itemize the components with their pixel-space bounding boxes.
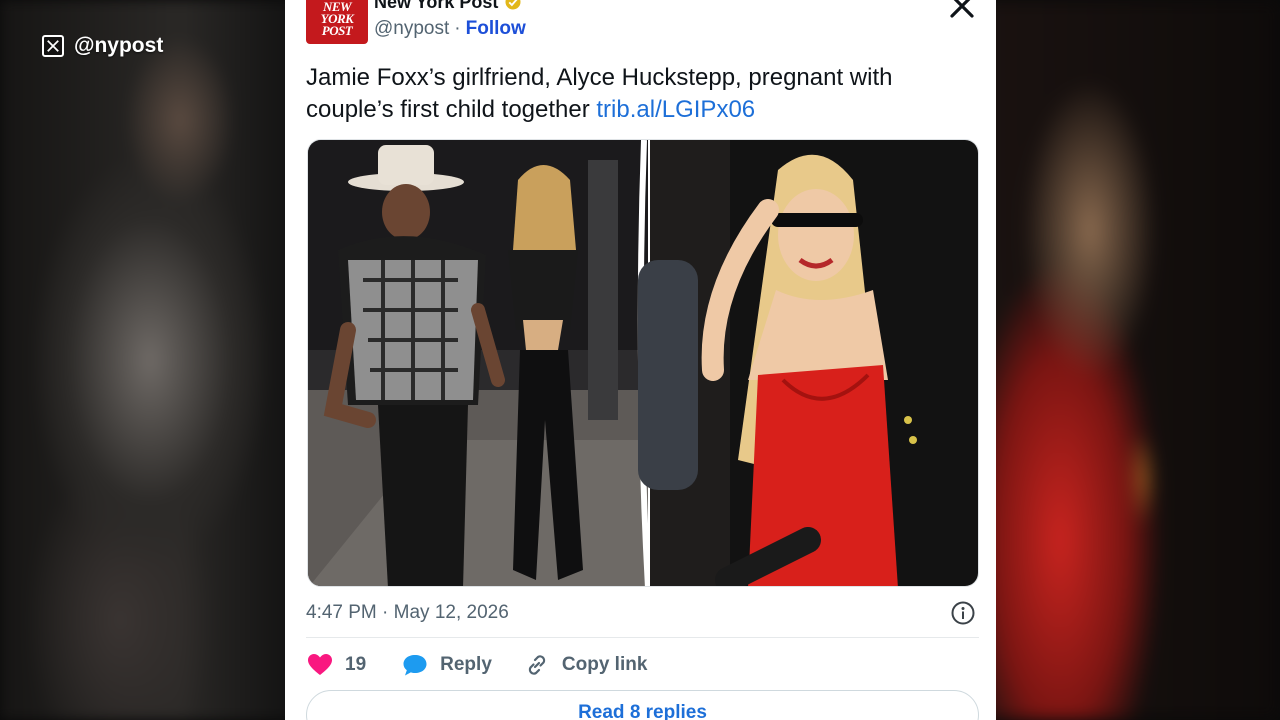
blurred-background-right — [980, 0, 1280, 720]
like-button[interactable]: 19 — [307, 650, 366, 680]
tweet-media[interactable] — [307, 139, 979, 587]
copy-link-label: Copy link — [561, 654, 648, 675]
name-row: New York Post — [374, 0, 522, 13]
close-icon[interactable] — [946, 0, 978, 22]
video-overlay-handle: @nypost — [42, 34, 163, 58]
link-icon — [528, 655, 546, 675]
x-logo-icon — [42, 35, 64, 57]
tweet-link[interactable]: trib.al/LGIPx06 — [596, 96, 755, 123]
copy-link-button[interactable]: Copy link — [524, 650, 648, 680]
reply-bubble-icon — [403, 655, 427, 676]
action-bar: 19 Reply Copy link — [307, 650, 647, 680]
handle-row: @nypost · Follow — [374, 18, 526, 40]
read-replies-button[interactable]: Read 8 replies — [306, 690, 979, 720]
verified-badge-icon — [505, 0, 521, 10]
tweet-timestamp[interactable]: 4:47 PM · May 12, 2026 — [306, 602, 509, 624]
handle[interactable]: @nypost — [374, 18, 449, 40]
separator: · — [454, 18, 461, 39]
tweet-card: NEW YORK POST New York Post @nypost · Fo… — [285, 0, 996, 720]
reply-button[interactable]: Reply — [402, 650, 492, 680]
tweet-photo-collage — [308, 140, 978, 586]
avatar-text-line-3: POST — [321, 23, 353, 38]
blurred-background-left — [0, 0, 300, 720]
follow-button[interactable]: Follow — [466, 18, 526, 40]
reply-label: Reply — [440, 654, 492, 675]
like-count: 19 — [345, 654, 367, 675]
overlay-handle-text: @nypost — [74, 34, 164, 57]
display-name[interactable]: New York Post — [374, 0, 498, 13]
heart-icon — [308, 654, 332, 675]
tweet-text: Jamie Foxx’s girlfriend, Alyce Huckstepp… — [306, 62, 966, 126]
avatar[interactable]: NEW YORK POST — [306, 0, 368, 44]
divider — [306, 637, 979, 638]
info-icon[interactable] — [950, 600, 976, 626]
